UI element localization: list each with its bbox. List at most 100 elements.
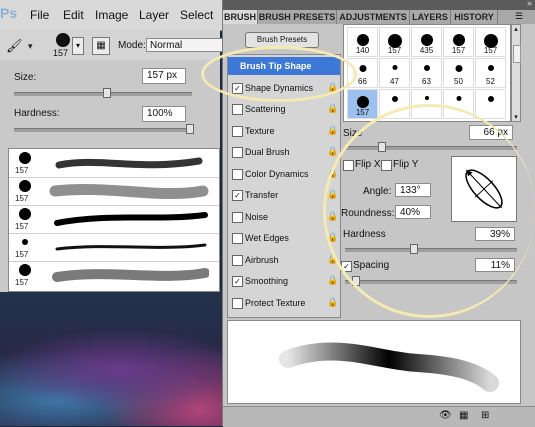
preset-row[interactable]: 157 xyxy=(9,233,219,262)
collapse-icon[interactable]: » xyxy=(527,0,532,8)
option-checkbox[interactable] xyxy=(232,125,243,137)
preset-row[interactable]: 157 xyxy=(9,177,219,206)
preset-tip-icon xyxy=(19,180,31,192)
panel-menu-icon[interactable]: ☰ xyxy=(515,11,523,22)
new-preset-icon[interactable]: ⊞ xyxy=(481,410,489,421)
brush-tip-cell[interactable]: 157 xyxy=(347,89,378,119)
option-checkbox[interactable]: ✓ xyxy=(232,276,243,287)
option-checkbox[interactable] xyxy=(232,211,243,223)
brush-size-readout: 157 xyxy=(53,48,69,58)
brush-preview-thumb[interactable] xyxy=(56,33,70,47)
brush-tip-cell[interactable]: 52 xyxy=(475,58,506,88)
brush-tip-cell[interactable]: 47 xyxy=(379,58,410,88)
brush-option-smoothing[interactable]: ✓ Smoothing 🔒 xyxy=(228,272,340,290)
brush-tip-cell[interactable]: 435 xyxy=(411,27,442,57)
brush-option-wet-edges[interactable]: Wet Edges 🔒 xyxy=(228,229,340,247)
brush-tip-icon xyxy=(487,96,494,102)
lock-icon[interactable]: 🔒 xyxy=(327,103,338,114)
lock-icon[interactable]: 🔒 xyxy=(327,146,338,157)
brush-panel: » BRUSH BRUSH PRESETS ADJUSTMENTS LAYERS… xyxy=(201,0,535,427)
brush-tip-icon xyxy=(420,34,433,46)
tab-layers[interactable]: LAYERS xyxy=(410,10,451,24)
option-checkbox[interactable] xyxy=(232,254,243,266)
menu-layer[interactable]: Layer xyxy=(139,8,169,22)
menu-file[interactable]: File xyxy=(30,8,49,22)
menu-select[interactable]: Select xyxy=(180,8,213,22)
tab-history[interactable]: HISTORY xyxy=(451,10,498,24)
scroll-up-icon[interactable]: ▴ xyxy=(512,25,520,33)
option-checkbox[interactable]: ✓ xyxy=(232,190,243,201)
brush-tip-cell[interactable]: 157 xyxy=(379,27,410,57)
brush-tip-cell[interactable]: 157 xyxy=(443,27,474,57)
preset-stroke-preview xyxy=(54,212,208,226)
tab-brush-presets[interactable]: BRUSH PRESETS xyxy=(258,10,337,24)
preset-size: 157 xyxy=(15,194,29,203)
hardness-slider-track[interactable] xyxy=(14,128,192,132)
option-checkbox[interactable] xyxy=(232,104,243,115)
stroke-preview xyxy=(227,320,521,404)
brush-option-color-dynamics[interactable]: Color Dynamics 🔒 xyxy=(228,165,340,183)
brush-option-protect-texture[interactable]: Protect Texture 🔒 xyxy=(228,294,340,312)
preset-tip-icon xyxy=(19,264,31,276)
brush-tip-size: 435 xyxy=(419,46,434,55)
brush-tip-cell[interactable]: 140 xyxy=(347,27,378,57)
preset-row[interactable]: 157 xyxy=(9,261,219,289)
option-checkbox[interactable] xyxy=(232,233,243,244)
visibility-icon[interactable]: 👁 xyxy=(439,410,452,421)
scroll-down-icon[interactable]: ▾ xyxy=(512,113,520,121)
option-label: Noise xyxy=(245,211,269,222)
brush-tip-cell[interactable]: 63 xyxy=(411,58,442,88)
toggle-brush-panel-icon[interactable]: ▦ xyxy=(92,37,110,55)
preset-stroke-preview xyxy=(55,157,203,169)
brush-tip-size: 52 xyxy=(486,77,495,86)
option-checkbox[interactable] xyxy=(232,168,243,180)
scroll-thumb[interactable] xyxy=(513,45,521,63)
brush-tip-icon xyxy=(452,34,465,46)
preset-tip-icon xyxy=(19,208,31,220)
option-label: Transfer xyxy=(245,190,279,200)
brush-tip-cell[interactable]: 50 xyxy=(443,58,474,88)
lock-icon[interactable]: 🔒 xyxy=(327,125,338,136)
highlight-ring-tip-shape xyxy=(201,46,357,102)
brush-picker-dropdown[interactable]: ▾ xyxy=(72,37,84,55)
brush-option-airbrush[interactable]: Airbrush 🔒 xyxy=(228,251,340,269)
tip-grid-scrollbar[interactable]: ▴ ▾ xyxy=(511,24,521,122)
panel-title-strip: » xyxy=(223,0,535,10)
panel-tab-bar: BRUSH BRUSH PRESETS ADJUSTMENTS LAYERS H… xyxy=(223,10,535,24)
size-field[interactable]: 157 px xyxy=(142,68,186,84)
brush-tool-icon[interactable]: 🖌 xyxy=(6,38,23,54)
option-checkbox[interactable] xyxy=(232,297,243,309)
brush-tip-icon xyxy=(423,65,430,71)
brush-option-scattering[interactable]: Scattering 🔒 xyxy=(228,100,340,118)
tab-brush[interactable]: BRUSH xyxy=(223,10,258,24)
highlight-ring-tip-settings xyxy=(323,104,535,318)
brush-tip-size: 63 xyxy=(422,77,431,86)
brush-option-texture[interactable]: Texture 🔒 xyxy=(228,122,340,140)
hardness-field[interactable]: 100% xyxy=(142,106,186,122)
lock-icon[interactable]: 🔒 xyxy=(327,297,338,308)
lock-icon[interactable]: 🔒 xyxy=(327,275,338,286)
tab-adjustments[interactable]: ADJUSTMENTS xyxy=(337,10,410,24)
brush-option-dual-brush[interactable]: Dual Brush 🔒 xyxy=(228,143,340,161)
menu-edit[interactable]: Edit xyxy=(63,8,84,22)
chevron-down-icon[interactable]: ▾ xyxy=(28,41,33,52)
panel-bottom-bar: 👁 ▦ ⊞ xyxy=(223,406,535,427)
option-label: Dual Brush xyxy=(245,147,290,157)
brush-tip-cell[interactable] xyxy=(475,89,506,119)
menu-image[interactable]: Image xyxy=(95,8,128,22)
option-checkbox[interactable] xyxy=(232,147,243,158)
brush-tip-icon xyxy=(356,34,369,46)
mode-select[interactable]: Normal xyxy=(146,38,226,52)
size-slider-thumb[interactable] xyxy=(103,88,112,98)
brush-tip-size: 47 xyxy=(390,77,399,86)
brush-tip-cell[interactable]: 157 xyxy=(475,27,506,57)
preset-row[interactable]: 157 xyxy=(9,205,219,234)
preset-tip-icon xyxy=(22,239,28,245)
grid-icon[interactable]: ▦ xyxy=(459,410,468,421)
hardness-slider-thumb[interactable] xyxy=(186,124,194,134)
option-label: Wet Edges xyxy=(245,233,289,243)
preset-size: 157 xyxy=(15,222,29,231)
preset-row[interactable]: 157 xyxy=(9,149,219,178)
preset-size: 157 xyxy=(15,166,29,175)
brush-tip-icon xyxy=(487,65,494,71)
